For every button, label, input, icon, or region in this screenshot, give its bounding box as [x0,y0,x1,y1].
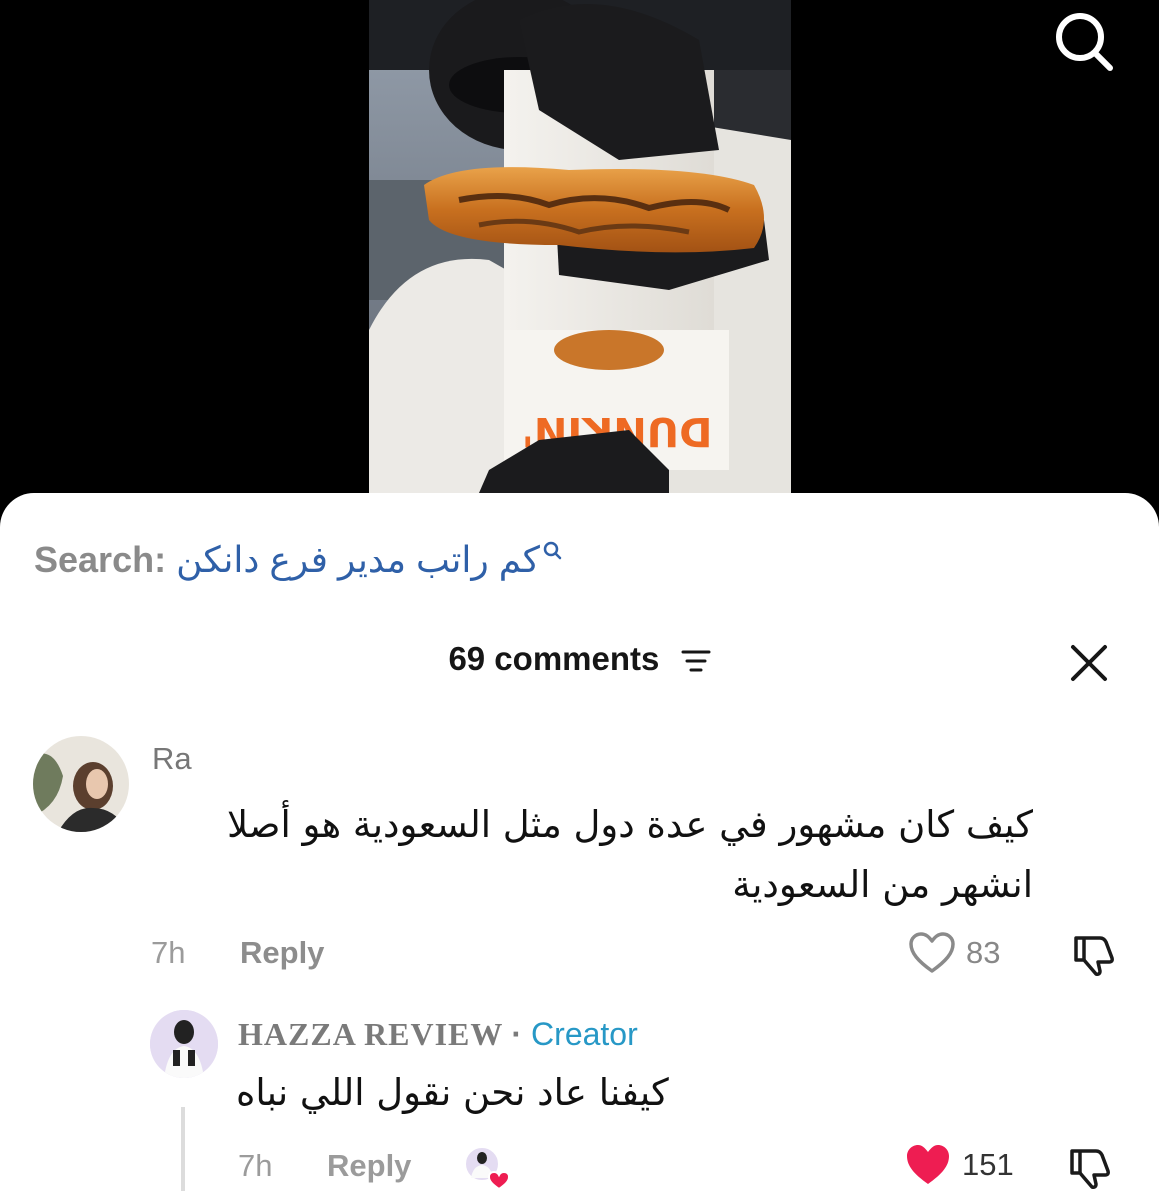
like-count: 83 [966,935,1001,970]
heart-outline-icon [909,932,955,973]
comment-text: كيف كان مشهور في عدة دول مثل السعودية هو… [226,803,1033,906]
creator-badge: Creator [531,1016,638,1052]
like-button[interactable]: 83 [908,931,1000,975]
comment-time: 7h [151,935,186,970]
sort-lines-icon[interactable] [681,648,711,674]
reply-time: 7h [238,1148,273,1183]
avatar-image [33,736,129,832]
creator-avatar-image [150,1010,218,1078]
video-frame[interactable]: DUNKIN' [369,0,791,493]
search-prefix-label: Search: [34,539,167,580]
thumbs-down-icon[interactable] [1070,932,1118,978]
reply-button[interactable]: Reply [240,935,324,971]
reply-username[interactable]: HAZZA REVIEW · Creator [238,1016,638,1053]
close-icon[interactable] [1068,642,1110,684]
thumbs-down-icon-2[interactable] [1066,1145,1114,1191]
comments-header: 69 comments [0,640,1159,678]
comments-count: 69 comments [448,640,660,677]
like-count-2: 151 [962,1147,1014,1182]
thread-line [181,1107,185,1191]
search-mini-icon [543,541,562,560]
heart-filled-icon [907,1145,949,1184]
avatar[interactable] [33,736,129,832]
creator-name[interactable]: HAZZA REVIEW [238,1016,503,1052]
reply-text: كيفنا عاد نحن نقول اللي نباه [236,1071,669,1114]
name-separator: · [511,1016,524,1052]
search-suggestion[interactable]: Search: كم راتب مدير فرع دانكن [34,539,562,581]
like-button-2[interactable]: 151 [904,1143,1014,1187]
comment-username[interactable]: Ra [152,741,192,777]
reply-button-2[interactable]: Reply [327,1148,411,1184]
creator-liked-avatar-icon[interactable] [462,1144,510,1192]
search-icon[interactable] [1052,8,1116,72]
search-query-link[interactable]: كم راتب مدير فرع دانكن [176,539,540,581]
video-still-image: DUNKIN' [369,0,791,493]
video-player[interactable]: DUNKIN' [0,0,1159,510]
creator-avatar[interactable] [150,1010,218,1078]
